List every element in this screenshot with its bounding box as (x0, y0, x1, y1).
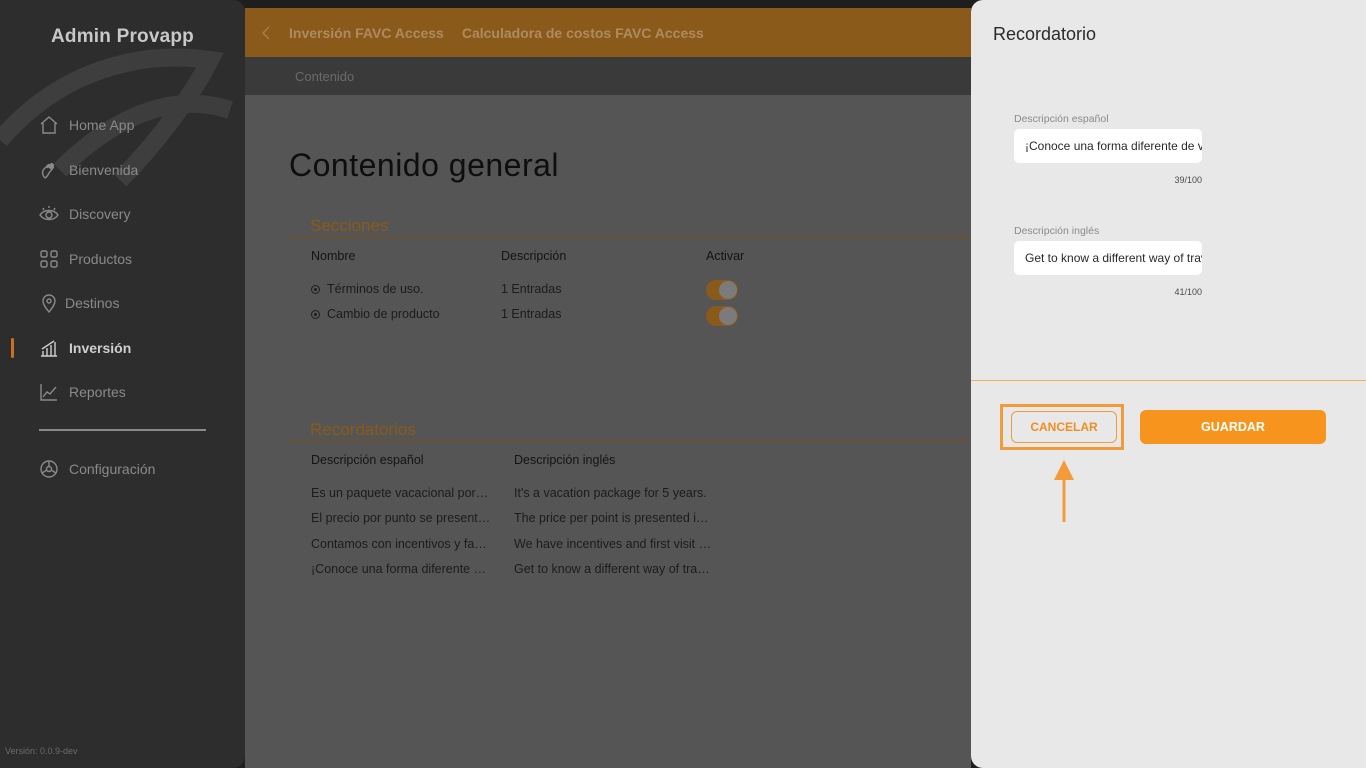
section-divider (289, 236, 971, 237)
active-indicator (11, 338, 14, 358)
sidebar-item-label: Productos (69, 251, 133, 267)
column-header-descripcion-espanol: Descripción español (311, 453, 424, 467)
sidebar-divider (39, 429, 206, 431)
pointer-arrow-icon (1054, 460, 1074, 522)
cancel-button[interactable]: CANCELAR (1011, 411, 1117, 443)
column-header-descripcion: Descripción (501, 249, 567, 263)
row-description: 1 Entradas (501, 282, 562, 296)
row-en: We have incentives and first visit benef… (514, 537, 714, 551)
row-es: El precio por punto se presenta en dólar… (311, 511, 491, 525)
line-chart-icon (39, 382, 59, 402)
tab-calculadora-costos[interactable]: Calculadora de costos FAVC Access (462, 25, 704, 41)
sidebar-item-configuracion[interactable]: Configuración (0, 452, 245, 486)
row-description: 1 Entradas (501, 307, 562, 321)
sidebar-item-label: Inversión (69, 340, 132, 356)
row-en: Get to know a different way of traveling… (514, 562, 714, 576)
panel-title: Recordatorio (993, 24, 1097, 44)
sidebar-item-label: Bienvenida (69, 162, 139, 178)
sidebar-item-inversion[interactable]: Inversión (0, 331, 245, 365)
section-title-recordatorios: Recordatorios (310, 420, 416, 439)
column-header-descripcion-ingles: Descripción inglés (514, 453, 616, 467)
row-en: The price per point is presented in doll… (514, 511, 714, 525)
grid-icon (39, 249, 59, 269)
column-header-nombre: Nombre (311, 249, 356, 263)
descripcion-espanol-input[interactable]: ¡Conoce una forma diferente de viajar! (1014, 129, 1202, 163)
field-label-espanol: Descripción español (1014, 113, 1109, 125)
row-radio[interactable] (311, 285, 320, 294)
home-icon (39, 115, 59, 135)
char-counter-ingles: 41/100 (1174, 287, 1202, 297)
panel-divider (971, 380, 1366, 381)
row-es: ¡Conoce una forma diferente de viajar! (311, 562, 491, 576)
breadcrumb-label: Contenido (295, 69, 355, 84)
row-en: It's a vacation package for 5 years. (514, 486, 707, 500)
settings-icon (39, 459, 59, 479)
active-toggle[interactable] (706, 280, 738, 300)
sidebar-item-discovery[interactable]: Discovery (0, 197, 245, 231)
sidebar-item-label: Home App (69, 117, 135, 133)
recordatorio-panel: Recordatorio Descripción español ¡Conoce… (971, 0, 1366, 768)
row-radio[interactable] (311, 310, 320, 319)
tab-inversion-favc-access[interactable]: Inversión FAVC Access (289, 25, 444, 41)
row-name: Cambio de producto (327, 307, 440, 321)
sidebar-item-reportes[interactable]: Reportes (0, 375, 245, 409)
sidebar-item-destinos[interactable]: Destinos (0, 286, 245, 320)
bar-chart-icon (39, 338, 59, 358)
row-name: Términos de uso. (327, 282, 424, 296)
breadcrumb: Contenido (245, 57, 971, 95)
row-es: Es un paquete vacacional por 5 años. (311, 486, 491, 500)
section-title-secciones: Secciones (310, 216, 389, 235)
eye-icon (39, 204, 59, 224)
sidebar-item-label: Discovery (69, 206, 131, 222)
back-chevron-icon[interactable] (257, 23, 277, 43)
descripcion-ingles-input[interactable]: Get to know a different way of traveling… (1014, 241, 1202, 275)
page-title: Contenido general (289, 147, 560, 183)
main-content: Contenido general Secciones Nombre Descr… (245, 95, 971, 768)
field-label-ingles: Descripción inglés (1014, 225, 1100, 237)
column-header-activar: Activar (706, 249, 745, 263)
sidebar-item-bienvenida[interactable]: Bienvenida (0, 153, 245, 187)
sidebar-item-productos[interactable]: Productos (0, 242, 245, 276)
location-pin-icon (39, 293, 59, 313)
sidebar-item-label: Reportes (69, 384, 126, 400)
sidebar-item-label: Destinos (65, 295, 120, 311)
waving-hand-icon (39, 160, 59, 180)
save-button[interactable]: GUARDAR (1140, 410, 1326, 444)
sidebar: Admin Provapp Home App Bienvenida Discov… (0, 0, 245, 768)
active-toggle[interactable] (706, 306, 738, 326)
app-title: Admin Provapp (50, 26, 194, 47)
top-bar: Inversión FAVC Access Calculadora de cos… (245, 8, 971, 57)
char-counter-espanol: 39/100 (1174, 175, 1202, 185)
section-divider (289, 440, 971, 441)
sidebar-item-home-app[interactable]: Home App (0, 108, 245, 142)
version-label: Versión: 0.0.9-dev (5, 746, 78, 756)
sidebar-item-label: Configuración (69, 461, 156, 477)
row-es: Contamos con incentivos y facilidades. (311, 537, 491, 551)
